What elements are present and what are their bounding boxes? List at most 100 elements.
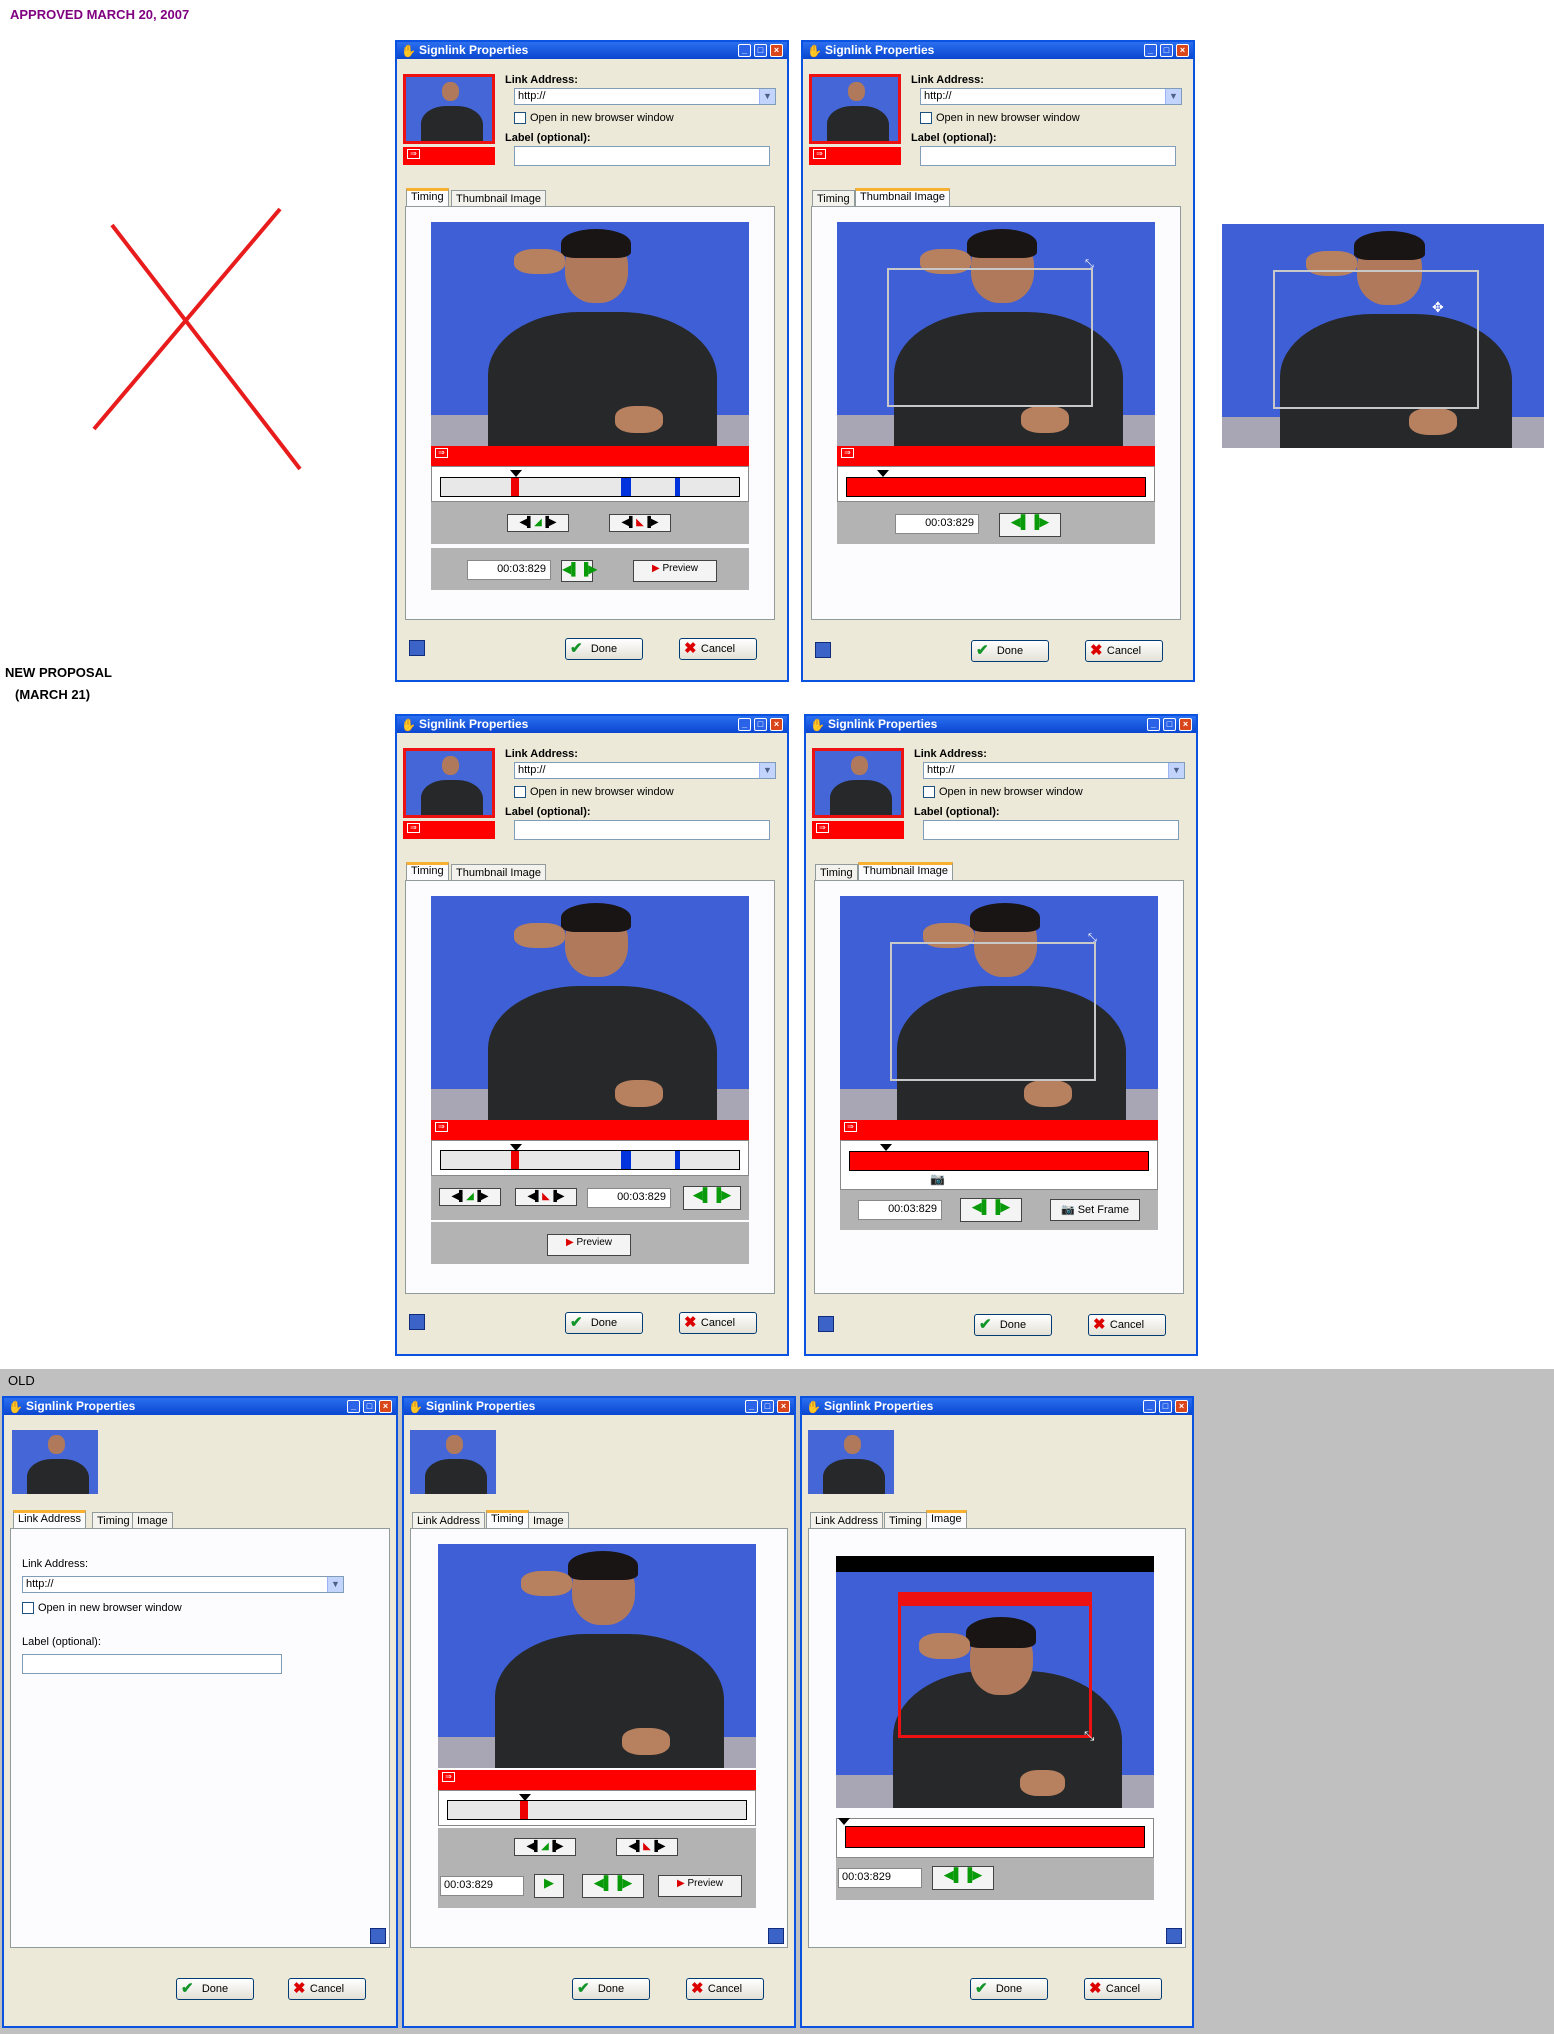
maximize-button[interactable]: □ (761, 1400, 774, 1413)
help-icon[interactable] (409, 640, 425, 656)
help-icon[interactable] (818, 1316, 834, 1332)
help-icon[interactable] (1166, 1928, 1182, 1944)
crop-box[interactable] (887, 268, 1093, 407)
chevron-down-icon[interactable]: ▼ (1165, 89, 1181, 104)
done-button[interactable]: ✔ Done (572, 1978, 650, 2000)
done-button[interactable]: ✔ Done (970, 1978, 1048, 2000)
preview-button[interactable]: ▶ Preview (658, 1875, 742, 1897)
maximize-button[interactable]: □ (754, 44, 767, 57)
timeline-track[interactable] (849, 1151, 1149, 1171)
new-window-checkbox[interactable] (923, 786, 935, 798)
step-buttons[interactable]: ◀▌▐▶ (999, 513, 1061, 537)
done-button[interactable]: ✔ Done (974, 1314, 1052, 1336)
done-button[interactable]: ✔ Done (565, 1312, 643, 1334)
tab-link-address[interactable]: Link Address (13, 1510, 86, 1528)
minimize-button[interactable]: _ (347, 1400, 360, 1413)
start-marker-controls[interactable]: ◀▌◢▐▶ (439, 1188, 501, 1206)
play-button[interactable]: ▶ (534, 1874, 564, 1898)
crop-box[interactable] (1273, 270, 1479, 409)
new-window-checkbox[interactable] (920, 112, 932, 124)
close-button[interactable]: × (770, 44, 783, 57)
step-buttons[interactable]: ◀▌▐▶ (932, 1866, 994, 1890)
preview-button[interactable]: ▶ Preview (633, 560, 717, 582)
start-marker-controls[interactable]: ◀▌◢▐▶ (507, 514, 569, 532)
tab-timing[interactable]: Timing (406, 188, 449, 206)
help-icon[interactable] (815, 642, 831, 658)
chevron-down-icon[interactable]: ▼ (759, 763, 775, 778)
cancel-button[interactable]: ✖ Cancel (288, 1978, 366, 2000)
new-window-checkbox[interactable] (514, 786, 526, 798)
timeline-track[interactable] (440, 1150, 740, 1170)
playhead-marker[interactable] (519, 1794, 531, 1801)
label-input[interactable] (514, 820, 770, 840)
link-address-input[interactable]: http://▼ (923, 762, 1185, 779)
playhead-marker[interactable] (510, 1144, 522, 1151)
end-marker-controls[interactable]: ◀▌◣▐▶ (515, 1188, 577, 1206)
playhead-marker[interactable] (877, 470, 889, 477)
maximize-button[interactable]: □ (363, 1400, 376, 1413)
step-buttons[interactable]: ◀▌▐▶ (582, 1874, 644, 1898)
minimize-button[interactable]: _ (738, 718, 751, 731)
cancel-button[interactable]: ✖ Cancel (1084, 1978, 1162, 2000)
cancel-button[interactable]: ✖ Cancel (1088, 1314, 1166, 1336)
minimize-button[interactable]: _ (745, 1400, 758, 1413)
link-address-input[interactable]: http://▼ (22, 1576, 344, 1593)
close-button[interactable]: × (777, 1400, 790, 1413)
minimize-button[interactable]: _ (738, 44, 751, 57)
minimize-button[interactable]: _ (1144, 44, 1157, 57)
crop-box[interactable] (898, 1592, 1092, 1738)
time-field[interactable]: 00:03:829 (838, 1868, 922, 1888)
maximize-button[interactable]: □ (754, 718, 767, 731)
time-field[interactable]: 00:03:829 (858, 1200, 942, 1220)
timeline-track[interactable] (845, 1826, 1145, 1848)
timeline-track[interactable] (440, 477, 740, 497)
playhead-marker[interactable] (510, 470, 522, 477)
link-address-input[interactable]: http://▼ (514, 762, 776, 779)
time-field[interactable]: 00:03:829 (467, 560, 551, 580)
start-marker-controls[interactable]: ◀▌◢▐▶ (514, 1838, 576, 1856)
minimize-button[interactable]: _ (1143, 1400, 1156, 1413)
end-marker-controls[interactable]: ◀▌◣▐▶ (609, 514, 671, 532)
help-icon[interactable] (768, 1928, 784, 1944)
new-window-checkbox[interactable] (514, 112, 526, 124)
label-input[interactable] (22, 1654, 282, 1674)
chevron-down-icon[interactable]: ▼ (327, 1577, 343, 1592)
cancel-button[interactable]: ✖ Cancel (679, 638, 757, 660)
maximize-button[interactable]: □ (1163, 718, 1176, 731)
step-buttons[interactable]: ◀▌▐▶ (960, 1198, 1022, 1222)
link-address-input[interactable]: http://▼ (920, 88, 1182, 105)
tab-timing[interactable]: Timing (486, 1510, 529, 1528)
preview-button[interactable]: ▶ Preview (547, 1234, 631, 1256)
cancel-button[interactable]: ✖ Cancel (1085, 640, 1163, 662)
end-marker-controls[interactable]: ◀▌◣▐▶ (616, 1838, 678, 1856)
timeline-track[interactable] (447, 1800, 747, 1820)
time-field[interactable]: 00:03:829 (440, 1876, 524, 1896)
chevron-down-icon[interactable]: ▼ (1168, 763, 1184, 778)
cancel-button[interactable]: ✖ Cancel (686, 1978, 764, 2000)
tab-timing[interactable]: Timing (406, 862, 449, 880)
close-button[interactable]: × (1175, 1400, 1188, 1413)
help-icon[interactable] (409, 1314, 425, 1330)
step-buttons[interactable]: ◀▌▐▶ (683, 1186, 741, 1210)
playhead-marker[interactable] (838, 1818, 850, 1825)
new-window-checkbox[interactable] (22, 1602, 34, 1614)
time-field[interactable]: 00:03:829 (895, 514, 979, 534)
set-frame-button[interactable]: 📷 Set Frame (1050, 1199, 1140, 1221)
time-field[interactable]: 00:03:829 (587, 1188, 671, 1208)
chevron-down-icon[interactable]: ▼ (759, 89, 775, 104)
done-button[interactable]: ✔ Done (176, 1978, 254, 2000)
link-address-input[interactable]: http://▼ (514, 88, 776, 105)
tab-image[interactable]: Image (926, 1510, 967, 1528)
timeline-track[interactable] (846, 477, 1146, 497)
tab-thumbnail-image[interactable]: Thumbnail Image (858, 862, 953, 880)
label-input[interactable] (514, 146, 770, 166)
close-button[interactable]: × (770, 718, 783, 731)
close-button[interactable]: × (1176, 44, 1189, 57)
close-button[interactable]: × (379, 1400, 392, 1413)
done-button[interactable]: ✔ Done (971, 640, 1049, 662)
maximize-button[interactable]: □ (1160, 44, 1173, 57)
minimize-button[interactable]: _ (1147, 718, 1160, 731)
label-input[interactable] (920, 146, 1176, 166)
camera-marker-icon[interactable]: 📷 (930, 1172, 945, 1186)
maximize-button[interactable]: □ (1159, 1400, 1172, 1413)
